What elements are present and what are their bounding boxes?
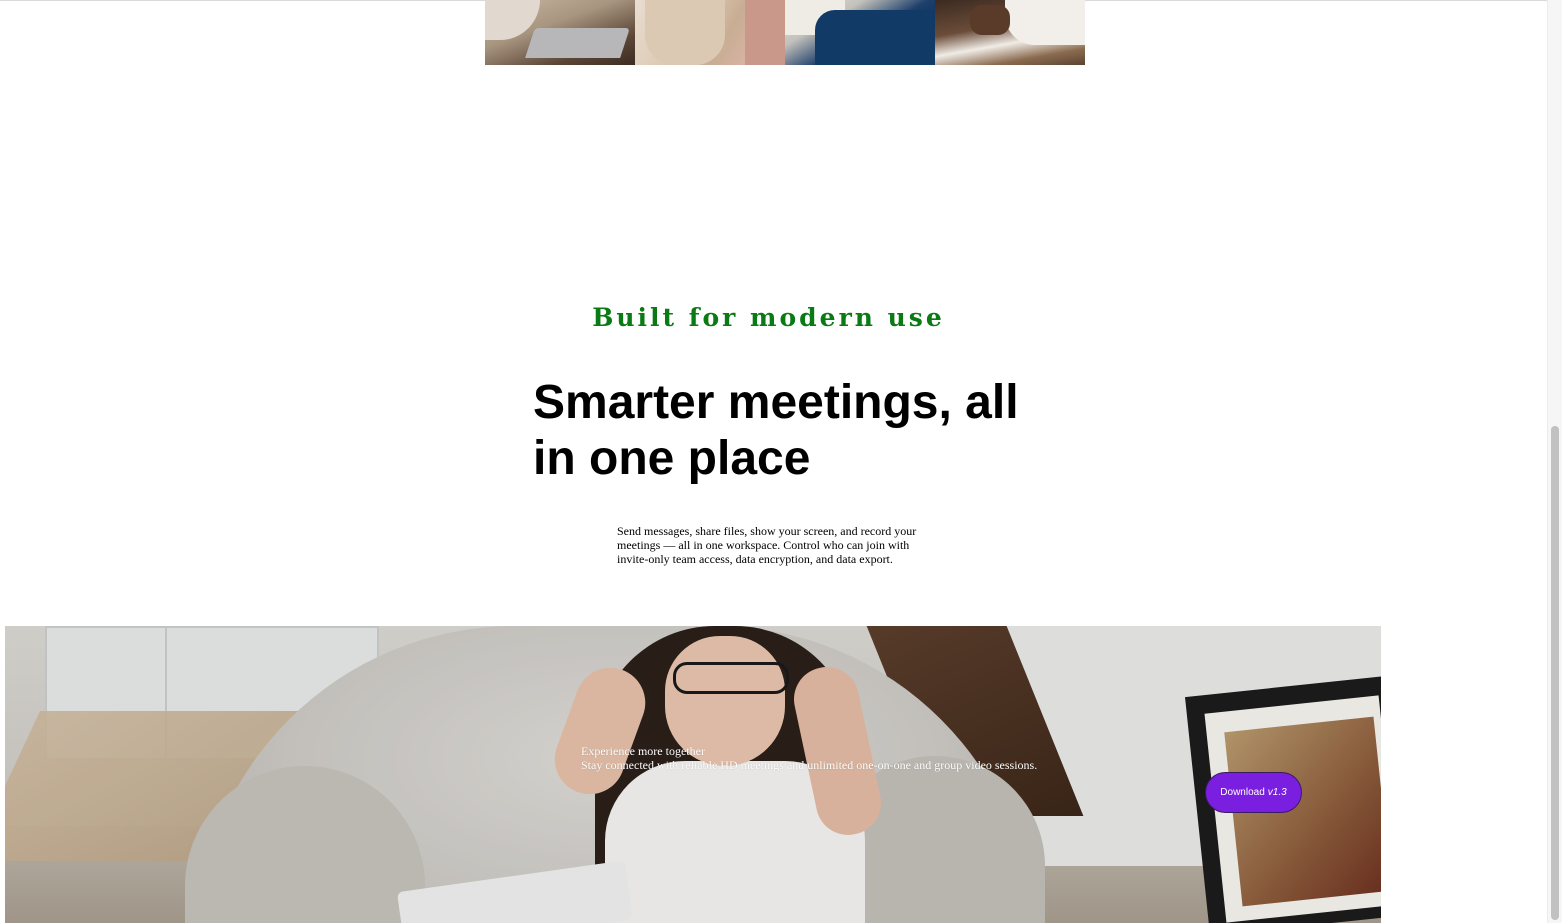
download-button[interactable]: Download v1.3 [1205, 772, 1302, 813]
gallery-photo-phone [935, 0, 1085, 65]
photo-detail [645, 0, 725, 65]
gallery-photo-meeting [785, 0, 935, 65]
gallery-photo-laptop [485, 0, 635, 65]
section-headline: Smarter meetings, all in one place [533, 376, 1019, 485]
gallery-photo-conversation [635, 0, 785, 65]
hero-image-overlay [5, 626, 1381, 923]
photo-detail [970, 5, 1010, 35]
hero-banner: Experience more together Stay connected … [5, 626, 1381, 923]
section-description: Send messages, share files, show your sc… [617, 524, 917, 566]
section-eyebrow: Built for modern use [592, 303, 945, 332]
photo-detail [1005, 0, 1085, 45]
hero-caption-text: Stay connected with reliable HD meetings… [581, 758, 1038, 772]
photo-detail [745, 0, 785, 65]
scrollbar-thumb[interactable] [1551, 426, 1559, 920]
photo-detail [525, 28, 630, 58]
page: Built for modern use Smarter meetings, a… [0, 0, 1562, 923]
hero-caption: Experience more together Stay connected … [581, 744, 1037, 772]
download-button-label: Download [1220, 787, 1265, 798]
photo-detail [815, 10, 935, 65]
hero-caption-title: Experience more together [581, 744, 705, 758]
download-button-version: v1.3 [1267, 787, 1287, 798]
photo-gallery [485, 0, 1085, 65]
